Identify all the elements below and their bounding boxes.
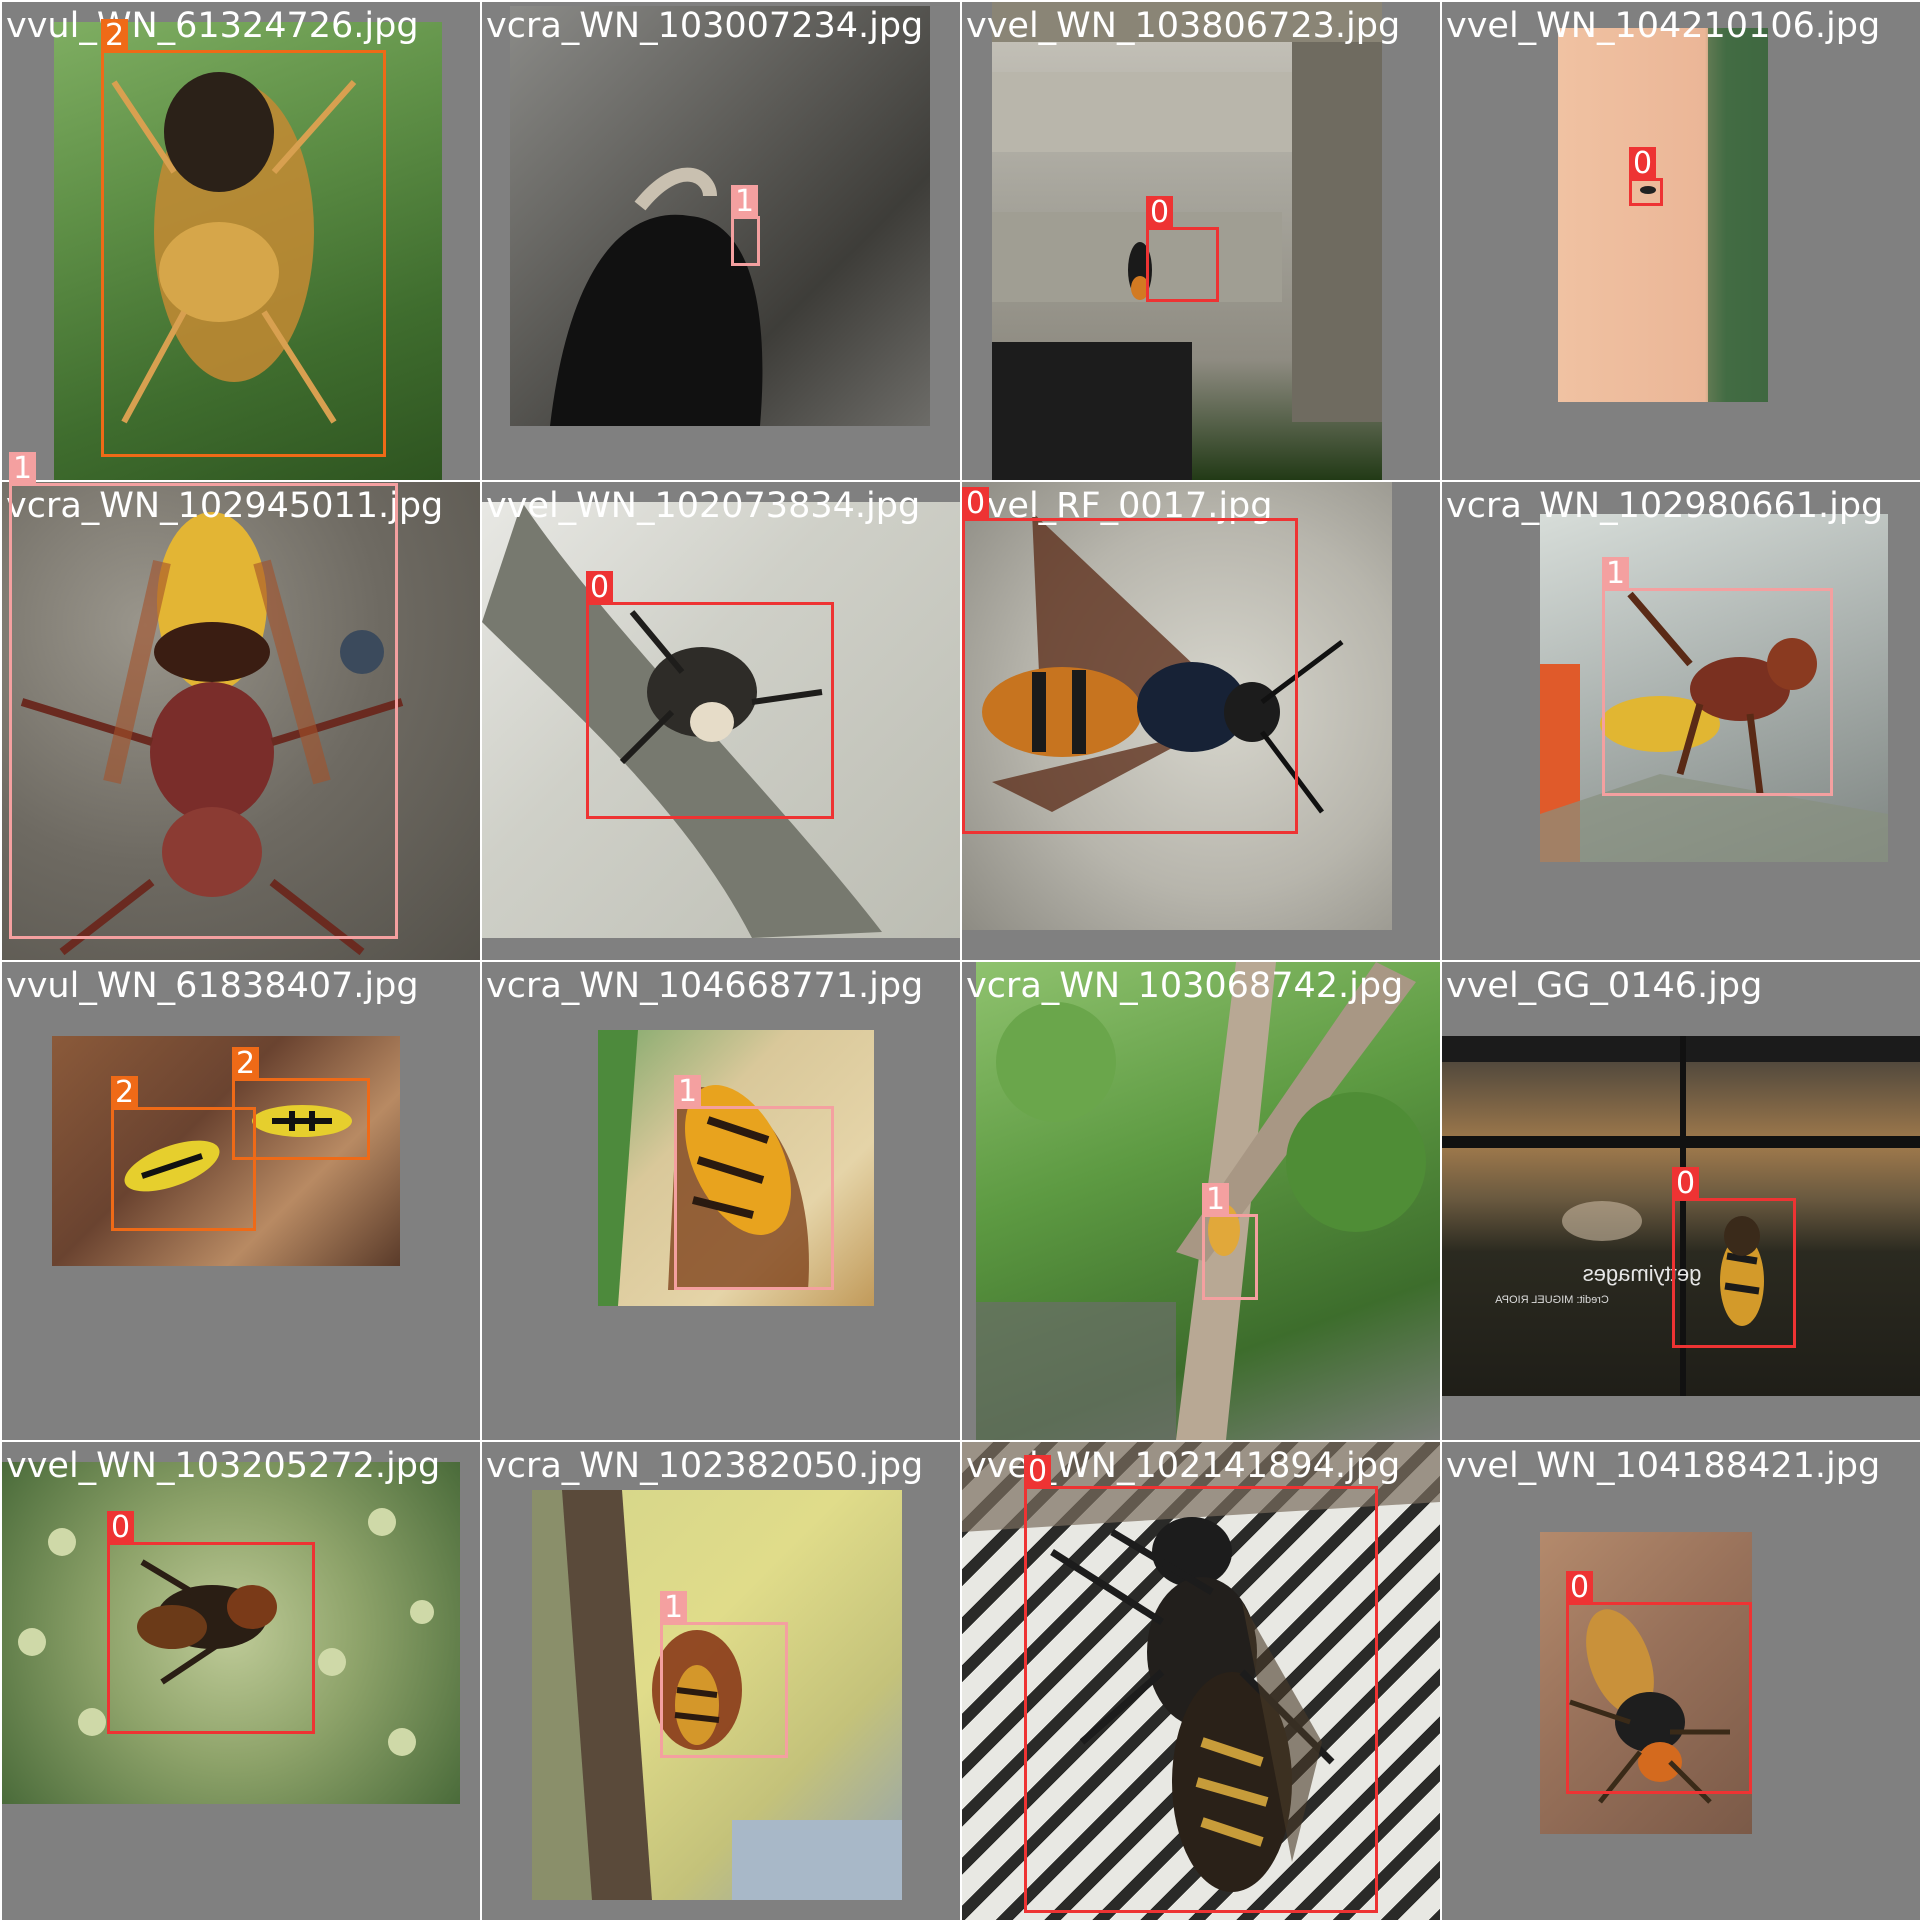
tile-photo bbox=[510, 6, 930, 426]
detection-box: 0 bbox=[1146, 196, 1219, 302]
image-filename: vcra_WN_103068742.jpg bbox=[966, 966, 1404, 1006]
detection-box: 1 bbox=[660, 1591, 788, 1758]
mosaic-tile: vcra_WN_103068742.jpg 1 bbox=[962, 962, 1440, 1440]
detection-box: 0 bbox=[1566, 1571, 1752, 1794]
detection-label: 1 bbox=[9, 452, 37, 486]
detection-box: 1 bbox=[9, 452, 398, 939]
image-filename: vvul_WN_61838407.jpg bbox=[6, 966, 419, 1006]
detection-label: 2 bbox=[111, 1076, 139, 1110]
detection-label: 2 bbox=[101, 19, 129, 53]
image-filename: vvul_WN_61324726.jpg bbox=[6, 6, 419, 46]
detection-label: 0 bbox=[586, 571, 614, 605]
detection-label: 0 bbox=[962, 487, 990, 521]
detection-label: 1 bbox=[674, 1075, 702, 1109]
detection-label: 0 bbox=[1629, 147, 1657, 181]
detection-box: 0 bbox=[107, 1511, 315, 1734]
image-filename: vcra_WN_104668771.jpg bbox=[486, 966, 924, 1006]
detection-label: 0 bbox=[1024, 1455, 1052, 1489]
detection-label: 1 bbox=[731, 185, 759, 219]
mosaic-tile: vcra_WN_102382050.jpg 1 bbox=[482, 1442, 960, 1920]
mosaic-tile: vvel_WN_103205272.jpg 0 bbox=[2, 1442, 480, 1920]
detection-box: 0 bbox=[962, 487, 1298, 834]
detection-box: 1 bbox=[1602, 557, 1833, 796]
image-filename: vvel_WN_103205272.jpg bbox=[6, 1446, 441, 1486]
image-filename: vcra_WN_103007234.jpg bbox=[486, 6, 924, 46]
image-filename: vvel_WN_104210106.jpg bbox=[1446, 6, 1881, 46]
detection-box: 1 bbox=[674, 1075, 834, 1290]
mosaic-tile: vcra_WN_104668771.jpg 1 bbox=[482, 962, 960, 1440]
mosaic-tile: vvul_WN_61838407.jpg 2 2 bbox=[2, 962, 480, 1440]
detection-label: 0 bbox=[1146, 196, 1174, 230]
detection-box: 0 bbox=[586, 571, 834, 819]
watermark-credit: Credit: MIGUEL RIOPA bbox=[1495, 1294, 1609, 1306]
detection-label: 1 bbox=[1202, 1183, 1230, 1217]
image-filename: vcra_WN_102382050.jpg bbox=[486, 1446, 924, 1486]
mosaic-tile: gettyimages Credit: MIGUEL RIOPA vvel_GG… bbox=[1442, 962, 1920, 1440]
image-filename: vvel_GG_0146.jpg bbox=[1446, 966, 1763, 1006]
mosaic-tile: vvel_WN_102073834.jpg 0 bbox=[482, 482, 960, 960]
detection-box: 0 bbox=[1672, 1167, 1796, 1348]
detection-label: 0 bbox=[107, 1511, 135, 1545]
mosaic-tile: vcra_WN_103007234.jpg 1 bbox=[482, 2, 960, 480]
detection-label: 1 bbox=[1602, 557, 1630, 591]
mosaic-tile: vvel_WN_104210106.jpg 0 bbox=[1442, 2, 1920, 480]
detection-label: 2 bbox=[232, 1047, 260, 1081]
detection-box: 2 bbox=[232, 1047, 370, 1160]
detection-box: 0 bbox=[1629, 147, 1663, 206]
detection-box: 2 bbox=[101, 19, 386, 457]
detection-box: 1 bbox=[1202, 1183, 1258, 1300]
mosaic-tile: vvel_WN_102141894.jpg 0 bbox=[962, 1442, 1440, 1920]
image-filename: vvel_WN_104188421.jpg bbox=[1446, 1446, 1881, 1486]
mosaic-tile: vcra_WN_102980661.jpg 1 bbox=[1442, 482, 1920, 960]
image-filename: vvel_WN_103806723.jpg bbox=[966, 6, 1401, 46]
image-filename: vcra_WN_102980661.jpg bbox=[1446, 486, 1884, 526]
image-filename: vvel_WN_102073834.jpg bbox=[486, 486, 921, 526]
mosaic-tile: vcra_WN_102945011.jpg 1 bbox=[2, 452, 480, 960]
detection-box: 0 bbox=[1024, 1455, 1378, 1913]
detection-label: 0 bbox=[1566, 1571, 1594, 1605]
tile-photo bbox=[1558, 28, 1768, 402]
mosaic-tile: vvel_WN_104188421.jpg 0 bbox=[1442, 1442, 1920, 1920]
detection-label: 0 bbox=[1672, 1167, 1700, 1201]
mosaic-tile: vvul_WN_61324726.jpg 2 bbox=[2, 2, 480, 480]
detection-mosaic: vvul_WN_61324726.jpg 2 vcra_WN_103007234… bbox=[0, 0, 1920, 1920]
detection-label: 1 bbox=[660, 1591, 688, 1625]
detection-box: 1 bbox=[731, 185, 760, 266]
mosaic-tile: vvel_RF_0017.jpg 0 bbox=[962, 482, 1440, 960]
mosaic-tile: vvel_WN_103806723.jpg 0 bbox=[962, 2, 1440, 480]
